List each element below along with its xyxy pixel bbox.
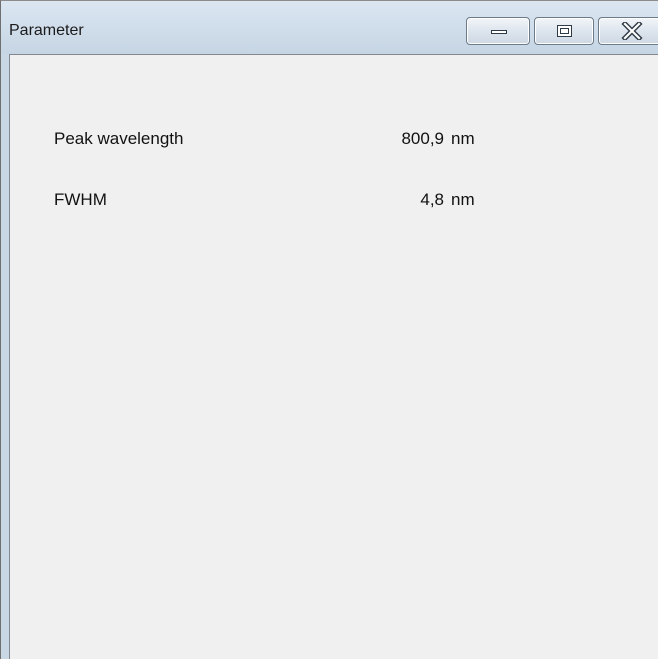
close-button[interactable] <box>598 17 658 45</box>
minimize-icon <box>491 30 507 34</box>
maximize-icon <box>557 25 572 37</box>
parameter-unit: nm <box>451 129 475 148</box>
parameter-value: 4,8 <box>420 190 444 209</box>
parameter-value: 800,9 <box>401 129 444 148</box>
parameter-row-peak-wavelength: Peak wavelength 800,9 nm <box>10 129 650 153</box>
parameter-panel: Peak wavelength 800,9 nm FWHM 4,8 nm <box>9 54 658 659</box>
parameter-window: Parameter Peak wavelength 800,9 nm FWHM … <box>0 0 658 659</box>
parameter-row-fwhm: FWHM 4,8 nm <box>10 190 650 214</box>
minimize-button[interactable] <box>466 17 530 45</box>
title-bar[interactable]: Parameter <box>1 1 658 54</box>
parameter-label: FWHM <box>54 190 107 209</box>
maximize-button[interactable] <box>534 17 594 45</box>
parameter-unit: nm <box>451 190 475 209</box>
window-title: Parameter <box>9 22 84 39</box>
close-icon <box>621 22 643 40</box>
parameter-label: Peak wavelength <box>54 129 184 148</box>
